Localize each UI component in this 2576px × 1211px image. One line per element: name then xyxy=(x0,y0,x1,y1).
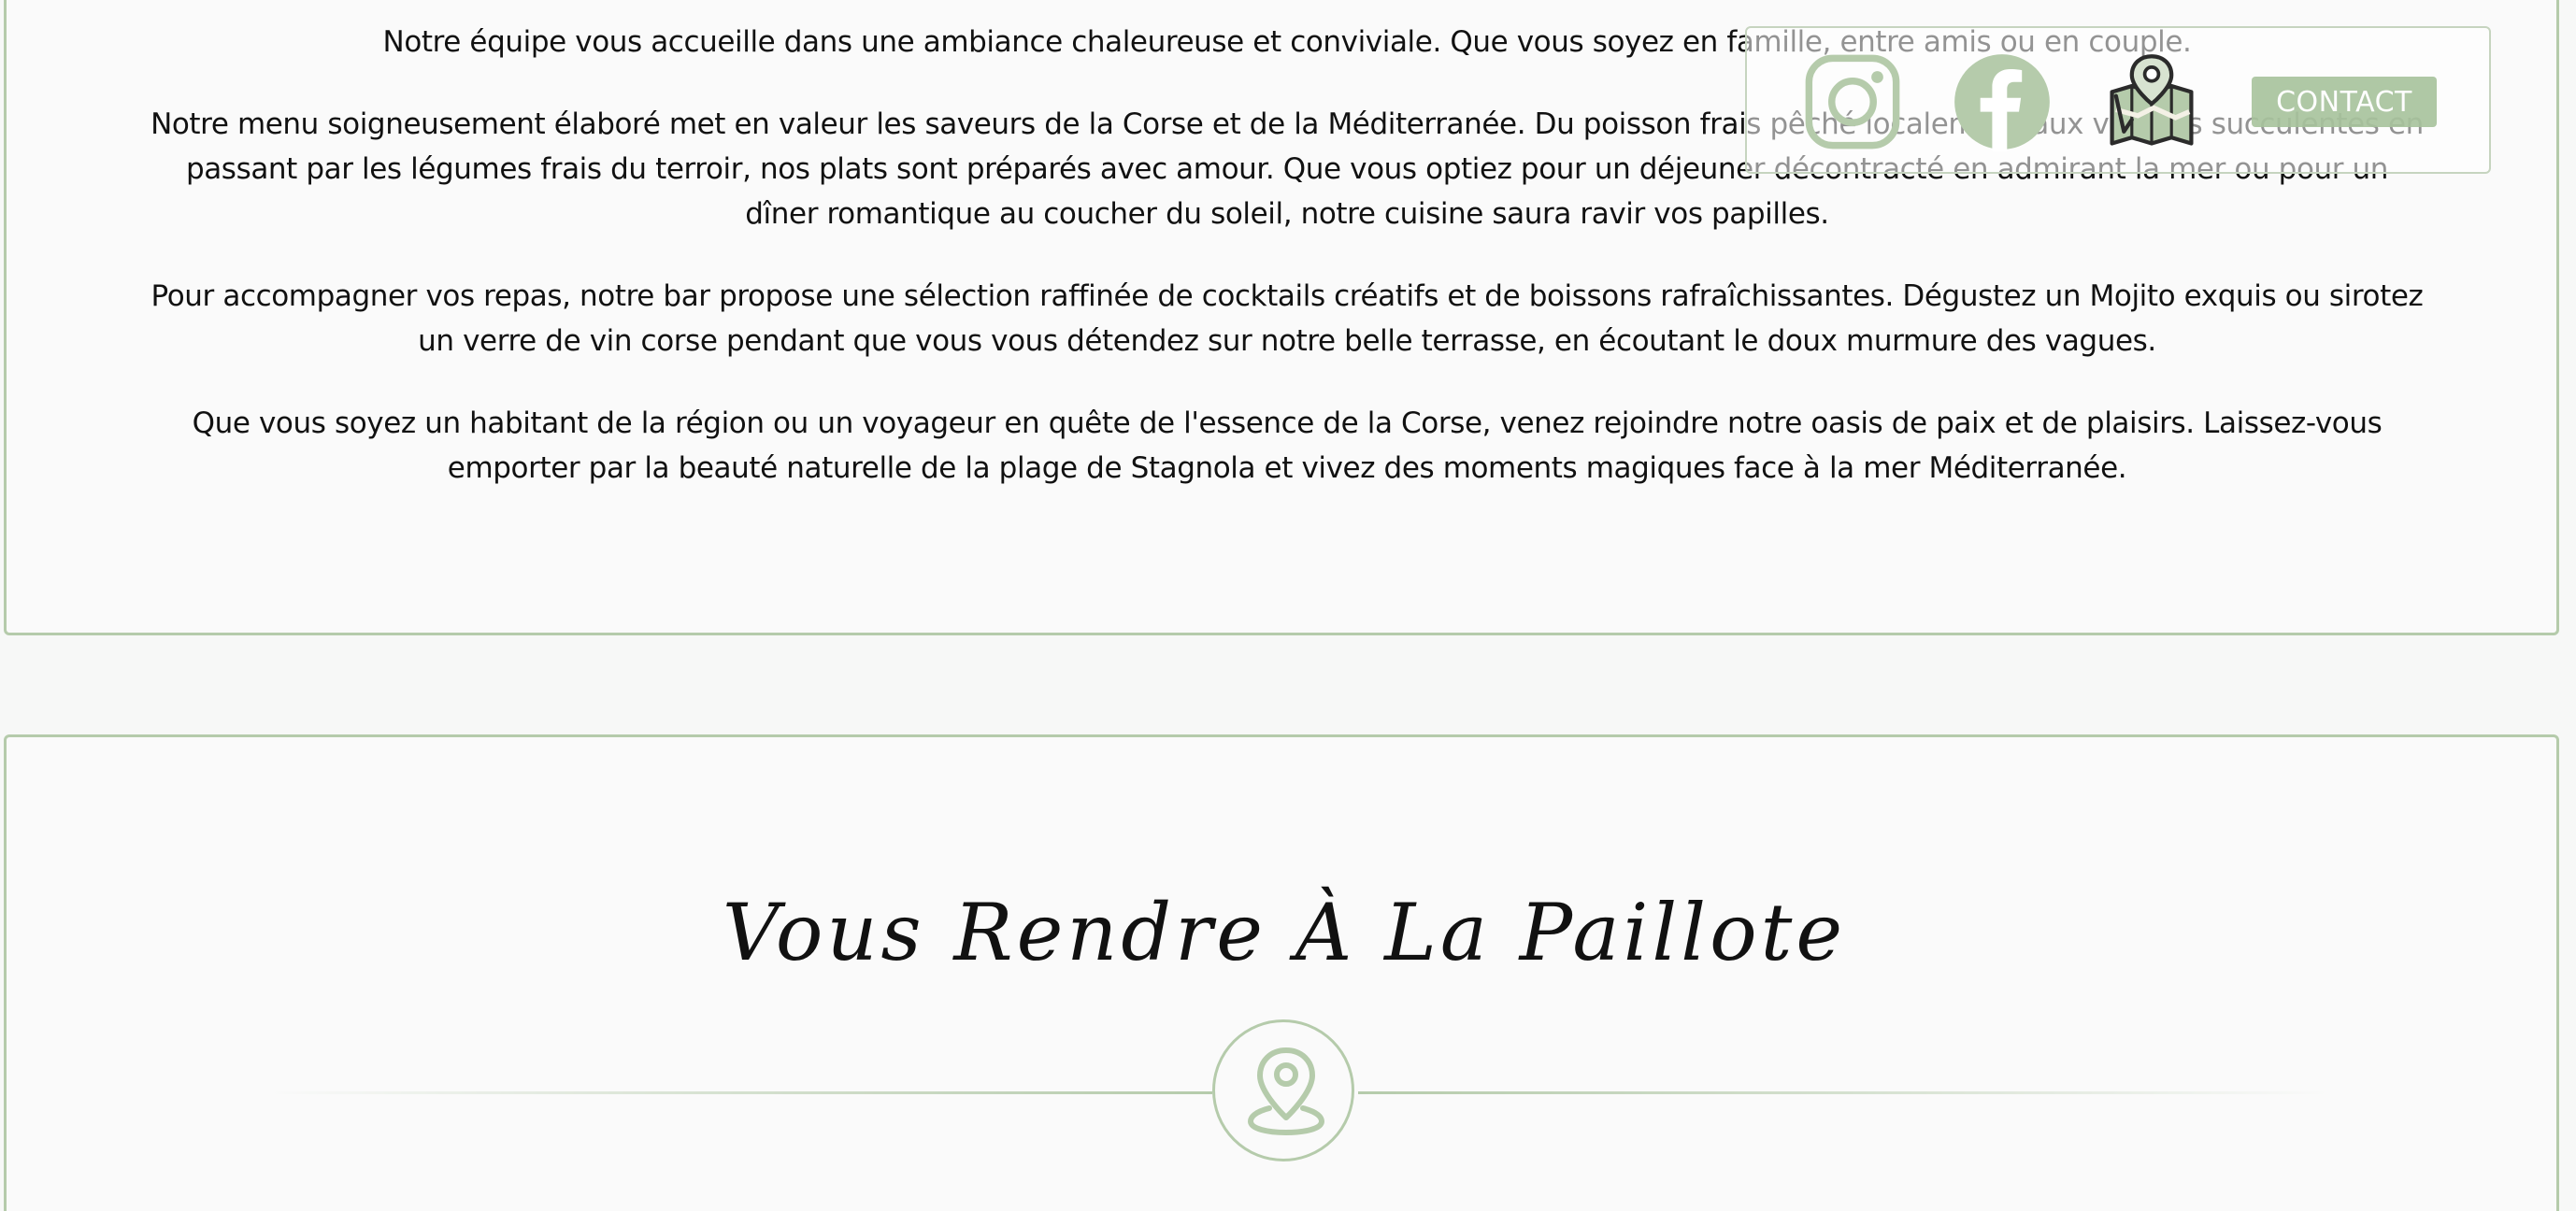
social-bar: CONTACT xyxy=(1745,26,2491,174)
about-paragraph-3: Pour accompagner vos repas, notre bar pr… xyxy=(150,279,2424,358)
location-pin-icon xyxy=(1247,1047,1325,1136)
about-paragraph-4: Que vous soyez un habitant de la région … xyxy=(192,406,2383,485)
instagram-icon[interactable] xyxy=(1803,52,1902,151)
location-badge xyxy=(1212,1019,1354,1161)
divider-left xyxy=(268,1091,1212,1094)
map-glyph xyxy=(2110,54,2194,146)
divider-right xyxy=(1358,1091,2330,1094)
directions-title: Vous Rendre À La Paillote xyxy=(722,887,1847,978)
facebook-glyph xyxy=(1954,54,2050,151)
facebook-icon[interactable] xyxy=(1953,52,2052,151)
map-icon[interactable] xyxy=(2102,52,2201,151)
contact-button[interactable]: CONTACT xyxy=(2252,77,2437,127)
directions-section: Vous Rendre À La Paillote xyxy=(4,734,2559,1211)
page: Notre équipe vous accueille dans une amb… xyxy=(0,0,2576,1211)
instagram-glyph xyxy=(1805,54,1900,150)
